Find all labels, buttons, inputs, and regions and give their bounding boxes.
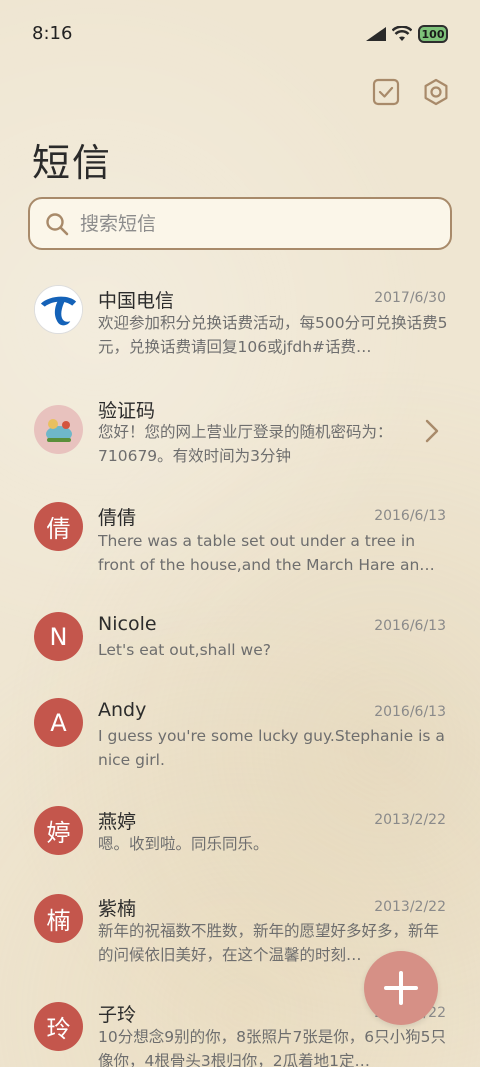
contact-name: Nicole <box>98 613 157 635</box>
message-date: 2017/6/30 <box>374 290 446 306</box>
contact-name: 燕婷 <box>98 811 137 833</box>
verification-mascot-icon <box>45 418 72 442</box>
contact-name: 紫楠 <box>98 898 137 920</box>
message-item[interactable]: 中国电信 2017/6/30 欢迎参加积分兑换话费活动，每500分可兑换话费5元… <box>0 270 480 370</box>
status-time: 8:16 <box>32 23 73 44</box>
message-item[interactable]: 验证码 您好！您的网上营业厅登录的随机密码为：710679。有效时间为3分钟 <box>0 380 480 480</box>
compose-button[interactable] <box>364 951 438 1025</box>
message-date: 2016/6/13 <box>374 618 446 634</box>
wifi-icon <box>392 26 412 41</box>
avatar: 楠 <box>34 894 83 943</box>
contact-name: 中国电信 <box>98 290 175 312</box>
message-preview: 欢迎参加积分兑换话费活动，每500分可兑换话费5元，兑换话费请回复106或jfd… <box>98 314 448 356</box>
message-item[interactable]: 婷 燕婷 2013/2/22 嗯。收到啦。同乐同乐。 <box>0 795 480 895</box>
page-title: 短信 <box>32 141 113 185</box>
message-preview: There was a table set out under a tree i… <box>98 532 435 574</box>
message-item[interactable]: 倩 倩倩 2016/6/13 There was a table set out… <box>0 490 480 590</box>
signal-icon <box>366 27 386 41</box>
battery-icon: 100 <box>418 25 448 43</box>
message-date: 2013/2/22 <box>374 899 446 915</box>
message-item[interactable]: A Andy 2016/6/13 I guess you're some luc… <box>0 686 480 786</box>
message-date: 2013/2/22 <box>374 812 446 828</box>
search-box[interactable] <box>28 197 452 250</box>
message-item[interactable]: N Nicole 2016/6/13 Let's eat out,shall w… <box>0 600 480 700</box>
settings-icon[interactable] <box>422 78 450 106</box>
contact-name: 验证码 <box>98 400 156 422</box>
message-date: 2016/6/13 <box>374 508 446 524</box>
message-preview: 10分想念9别的你，8张照片7张是你，6只小狗5只像你，4根骨头3根归你，2瓜着… <box>98 1028 447 1067</box>
message-preview: 嗯。收到啦。同乐同乐。 <box>98 835 269 853</box>
message-preview: Let's eat out,shall we? <box>98 641 271 659</box>
search-input[interactable] <box>80 212 420 235</box>
contact-name: 子玲 <box>98 1004 137 1026</box>
contact-name: Andy <box>98 699 147 721</box>
search-icon <box>46 212 69 235</box>
chevron-right-icon[interactable] <box>424 418 440 444</box>
avatar <box>34 285 83 334</box>
avatar: 倩 <box>34 502 83 551</box>
china-telecom-logo-icon <box>35 286 82 333</box>
avatar <box>34 405 83 454</box>
message-date: 2016/6/13 <box>374 704 446 720</box>
contact-name: 倩倩 <box>98 507 137 529</box>
message-preview: I guess you're some lucky guy.Stephanie … <box>98 727 445 769</box>
plus-icon <box>384 971 418 1005</box>
checkbox-select-icon[interactable] <box>372 78 400 106</box>
avatar: 婷 <box>34 806 83 855</box>
top-actions <box>372 78 450 106</box>
message-preview: 您好！您的网上营业厅登录的随机密码为：710679。有效时间为3分钟 <box>98 423 393 465</box>
status-icons: 100 <box>366 24 448 44</box>
avatar: A <box>34 698 83 747</box>
avatar: 玲 <box>34 1002 83 1051</box>
status-bar: 8:16 100 <box>0 0 480 68</box>
avatar: N <box>34 612 83 661</box>
